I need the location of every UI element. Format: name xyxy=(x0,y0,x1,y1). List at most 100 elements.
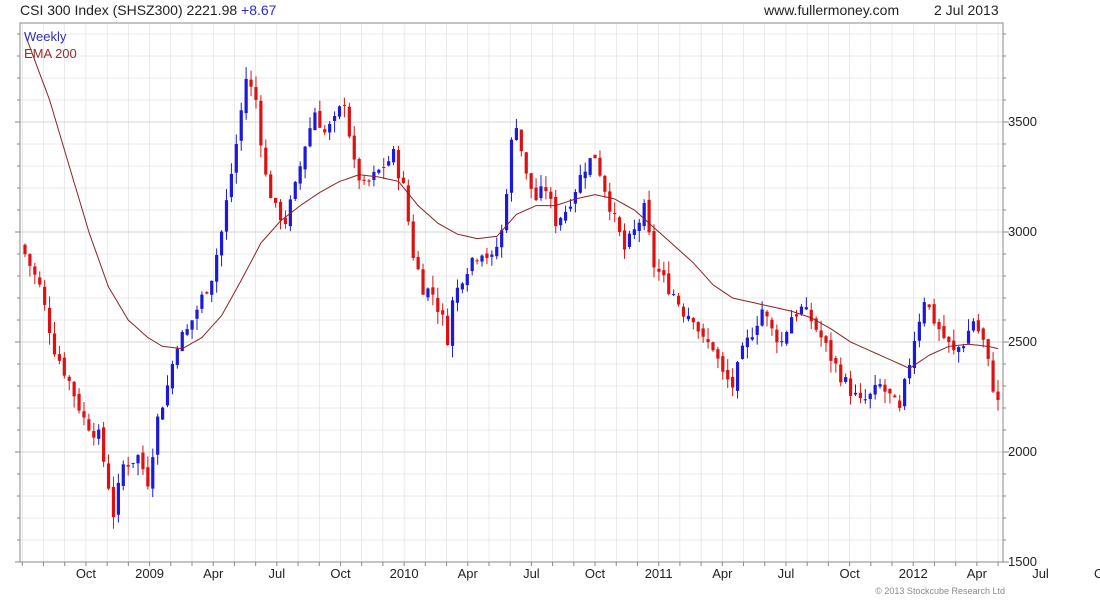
candle-body xyxy=(490,254,494,257)
candle-body xyxy=(578,174,582,193)
candle-body xyxy=(662,270,666,276)
candle-body xyxy=(750,337,754,340)
candle-body xyxy=(986,339,990,359)
candle-body xyxy=(485,253,489,258)
legend-weekly: Weekly xyxy=(24,29,67,44)
candle-body xyxy=(357,158,361,181)
candle-body xyxy=(411,221,415,258)
candle-body xyxy=(362,179,366,181)
candle-body xyxy=(244,78,248,114)
candle-body xyxy=(416,256,420,270)
candle-body xyxy=(264,147,268,175)
candle-body xyxy=(529,173,533,189)
x-tick-label: Apr xyxy=(967,566,988,581)
candle-body xyxy=(804,307,808,310)
candle-body xyxy=(721,356,725,372)
candle-body xyxy=(43,286,47,305)
copyright-notice: © 2013 Stockcube Research Ltd xyxy=(875,586,1005,596)
candle-body xyxy=(544,187,548,192)
candle-body xyxy=(170,364,175,389)
candle-body xyxy=(785,331,789,344)
candle-body xyxy=(731,376,735,388)
candle-body xyxy=(185,329,189,335)
candle-body xyxy=(735,362,740,391)
candle-body xyxy=(568,206,573,209)
candle-body xyxy=(598,157,602,176)
candle-body xyxy=(976,320,980,332)
candle-body xyxy=(937,322,941,330)
candle-body xyxy=(637,222,641,231)
candle-body xyxy=(917,321,921,341)
candle-body xyxy=(932,304,936,324)
candle-body xyxy=(608,191,612,212)
candle-body xyxy=(844,377,848,382)
candle-body xyxy=(215,254,219,282)
candle-body xyxy=(691,318,695,323)
x-axis: Oct 2009 Apr Jul Oct 2010 Apr Jul Oct 2011 Apr Jul O… xyxy=(21,562,1100,581)
candle-body xyxy=(62,357,66,376)
candle-body xyxy=(146,467,150,487)
x-tick-label: Oct xyxy=(839,566,860,581)
candle-body xyxy=(652,231,656,268)
candle-body xyxy=(996,391,1000,400)
plot-frame xyxy=(19,22,1004,563)
x-tick-label: Oct xyxy=(330,566,351,581)
candle-body xyxy=(706,339,710,343)
y-tick-label: 3500 xyxy=(1008,114,1037,129)
candle-body xyxy=(347,106,351,137)
candle-body xyxy=(770,319,774,329)
candle-body xyxy=(583,171,587,179)
candle-body xyxy=(131,462,135,464)
candle-body xyxy=(323,129,327,133)
candle-body xyxy=(853,392,858,395)
candle-body xyxy=(229,173,233,198)
candle-body xyxy=(686,315,691,320)
candle-body xyxy=(33,266,37,275)
x-tick-label: 2009 xyxy=(135,566,164,581)
candle-body xyxy=(136,455,140,464)
candle-body xyxy=(249,79,253,87)
candle-body xyxy=(834,358,838,364)
y-axis: 15002000250030003500 xyxy=(15,33,1037,569)
candle-body xyxy=(848,378,853,396)
candle-body xyxy=(962,346,966,349)
candle-body xyxy=(829,340,833,361)
candle-body xyxy=(156,416,160,455)
candle-body xyxy=(278,201,283,221)
candle-body xyxy=(52,333,57,355)
candle-body xyxy=(760,309,764,326)
candle-body xyxy=(657,268,661,272)
chart-grid xyxy=(20,23,1003,563)
candle-body xyxy=(819,330,823,338)
candle-body xyxy=(293,181,297,199)
candle-body xyxy=(254,87,258,100)
candle-body xyxy=(308,128,312,147)
candle-body xyxy=(234,144,238,173)
candle-body xyxy=(927,304,931,308)
candle-body xyxy=(524,152,528,174)
candle-body xyxy=(868,393,872,400)
candle-body xyxy=(947,336,951,343)
candle-body xyxy=(116,482,120,515)
y-tick-label: 2000 xyxy=(1008,444,1037,459)
candle-body xyxy=(87,419,91,431)
candle-body xyxy=(878,384,882,387)
candle-body xyxy=(888,388,892,394)
candle-body xyxy=(780,341,784,343)
y-tick-label: 2500 xyxy=(1008,334,1037,349)
candle-body xyxy=(274,198,278,203)
candle-body xyxy=(106,463,111,489)
x-tick-label: 2011 xyxy=(645,566,673,581)
legend-ema-200: EMA 200 xyxy=(24,46,77,61)
candle-body xyxy=(981,328,985,340)
candle-body xyxy=(534,187,538,201)
candle-body xyxy=(740,345,745,359)
candle-body xyxy=(455,287,460,303)
candle-body xyxy=(554,196,558,227)
x-tick-label: Apr xyxy=(712,566,733,581)
candle-body xyxy=(903,379,907,407)
candle-body xyxy=(573,191,577,204)
candle-body xyxy=(711,342,715,351)
candle-body xyxy=(446,315,450,346)
x-tick-label: Jul xyxy=(523,566,540,581)
